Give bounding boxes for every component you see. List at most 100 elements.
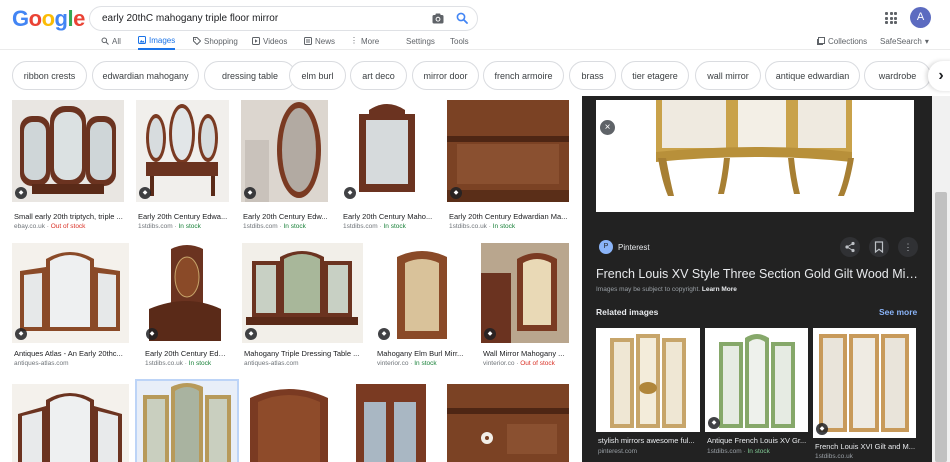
camera-icon[interactable] bbox=[432, 13, 444, 24]
see-more-link[interactable]: See more bbox=[879, 307, 917, 317]
close-icon[interactable]: × bbox=[600, 120, 615, 135]
related-title: Antique French Louis XV Gr... bbox=[707, 436, 807, 445]
chips-next-arrow-icon[interactable]: › bbox=[928, 61, 950, 91]
panel-actions: ⋮ bbox=[840, 237, 918, 257]
search-icon[interactable] bbox=[456, 12, 468, 24]
result-source-name: 1stdibs.com bbox=[343, 223, 378, 230]
tag-icon bbox=[193, 37, 201, 45]
result-title: Early 20th Century Edwa... bbox=[138, 212, 228, 221]
tab-shopping[interactable]: Shopping bbox=[193, 32, 238, 50]
chip[interactable]: elm burl bbox=[289, 61, 346, 90]
result-thumbnail[interactable] bbox=[12, 384, 129, 462]
more-vertical-icon[interactable]: ⋮ bbox=[898, 237, 918, 257]
result-source: 1stdibs.com · In stock bbox=[138, 223, 201, 230]
product-tag-icon: ◆ bbox=[15, 328, 27, 340]
collections-link[interactable]: Collections bbox=[817, 32, 867, 50]
tab-all[interactable]: All bbox=[101, 32, 121, 50]
result-source-name: vinterior.co bbox=[483, 360, 515, 367]
result-thumbnail[interactable]: ◆ bbox=[143, 243, 227, 343]
result-source: 1stdibs.co.uk · In stock bbox=[449, 223, 516, 230]
related-source-name: 1stdibs.com bbox=[707, 448, 742, 455]
result-thumbnail[interactable]: ◆ bbox=[136, 100, 229, 202]
image-preview-panel: × P Pinterest ⋮ French Louis XV Style Th… bbox=[582, 96, 932, 462]
stock-status: In stock bbox=[414, 360, 437, 367]
logo-letter: g bbox=[54, 6, 68, 31]
result-source: 1stdibs.co.uk · In stock bbox=[145, 360, 212, 367]
result-thumbnail[interactable]: ◆ bbox=[242, 243, 363, 343]
related-thumbnail[interactable]: ◆ bbox=[705, 328, 808, 432]
result-title: Mahogany Elm Burl Mirr... bbox=[377, 349, 464, 358]
product-tag-icon: ◆ bbox=[15, 187, 27, 199]
tab-news[interactable]: News bbox=[304, 32, 335, 50]
tab-videos[interactable]: Videos bbox=[252, 32, 287, 50]
stock-status: In stock bbox=[492, 223, 516, 230]
result-thumbnail[interactable]: ◆ bbox=[241, 100, 328, 202]
chip[interactable]: edwardian mahogany bbox=[92, 61, 199, 90]
product-tag-icon: ◆ bbox=[450, 187, 462, 199]
tab-label: Settings bbox=[406, 36, 435, 46]
chip[interactable]: tier etagere bbox=[621, 61, 689, 90]
product-tag-icon: ◆ bbox=[708, 417, 720, 429]
tab-label: News bbox=[315, 36, 336, 46]
safesearch-dropdown[interactable]: SafeSearch ▾ bbox=[880, 32, 929, 50]
result-thumbnail[interactable]: ◆ bbox=[375, 243, 470, 343]
chip[interactable]: art deco bbox=[350, 61, 407, 90]
avatar[interactable]: A bbox=[910, 7, 931, 28]
chip[interactable]: antique edwardian bbox=[765, 61, 860, 90]
result-thumbnail[interactable]: ◆ bbox=[447, 100, 569, 202]
chip[interactable]: dressing table bbox=[204, 61, 296, 90]
news-icon bbox=[304, 37, 312, 45]
result-source-name: 1stdibs.com bbox=[138, 223, 173, 230]
safesearch-label: SafeSearch bbox=[880, 36, 922, 46]
chip[interactable]: french armoire bbox=[483, 61, 564, 90]
google-logo[interactable]: Google bbox=[12, 6, 85, 32]
search-box[interactable]: early 20thC mahogany triple floor mirror bbox=[89, 6, 478, 31]
result-source: ebay.co.uk · Out of stock bbox=[14, 223, 86, 230]
stock-status: In stock bbox=[383, 223, 406, 230]
chip[interactable]: ribbon crests bbox=[12, 61, 87, 90]
result-thumbnail[interactable] bbox=[135, 379, 239, 462]
result-title: Mahogany Triple Dressing Table ... bbox=[244, 349, 360, 358]
chip[interactable]: mirror door bbox=[412, 61, 479, 90]
share-icon[interactable] bbox=[840, 237, 860, 257]
result-thumbnail[interactable]: ◆ bbox=[12, 243, 129, 343]
related-thumbnail[interactable] bbox=[596, 328, 700, 432]
scrollbar-thumb[interactable] bbox=[935, 192, 947, 462]
result-thumbnail[interactable] bbox=[447, 384, 569, 462]
image-source[interactable]: P Pinterest bbox=[599, 239, 650, 255]
stock-status: In stock bbox=[188, 360, 212, 367]
tab-tools[interactable]: Tools bbox=[450, 32, 469, 50]
tab-images[interactable]: Images bbox=[138, 32, 176, 50]
result-thumbnail[interactable]: ◆ bbox=[481, 243, 569, 343]
apps-grid-icon[interactable] bbox=[885, 12, 897, 24]
chip[interactable]: wardrobe bbox=[864, 61, 931, 90]
chip[interactable]: wall mirror bbox=[695, 61, 761, 90]
preview-title[interactable]: French Louis XV Style Three Section Gold… bbox=[596, 267, 918, 281]
result-thumbnail[interactable] bbox=[244, 384, 334, 462]
search-input[interactable]: early 20thC mahogany triple floor mirror bbox=[102, 13, 278, 24]
result-source-name: antiques-atlas.com bbox=[244, 360, 299, 367]
tab-label: Videos bbox=[263, 36, 288, 46]
result-source-name: ebay.co.uk bbox=[14, 223, 45, 230]
result-thumbnail[interactable] bbox=[352, 384, 429, 462]
tab-settings[interactable]: Settings bbox=[406, 32, 435, 50]
product-tag-icon: ◆ bbox=[244, 187, 256, 199]
image-results-grid: ◆ Small early 20th triptych, triple ... … bbox=[0, 96, 580, 462]
scrollbar[interactable] bbox=[932, 96, 950, 462]
related-title: stylish mirrors awesome ful... bbox=[598, 436, 695, 445]
stock-status: Out of stock bbox=[520, 360, 555, 367]
learn-more-link[interactable]: Learn More bbox=[702, 286, 737, 293]
chip[interactable]: brass bbox=[569, 61, 616, 90]
result-source-name: 1stdibs.co.uk bbox=[449, 223, 487, 230]
related-thumbnail[interactable]: ◆ bbox=[813, 328, 916, 438]
related-title: French Louis XVI Gilt and M... bbox=[815, 442, 916, 451]
result-thumbnail[interactable]: ◆ bbox=[341, 100, 434, 202]
tab-label: Shopping bbox=[204, 36, 238, 46]
tab-label: All bbox=[112, 36, 121, 46]
source-name: Pinterest bbox=[618, 242, 650, 252]
result-source-name: antiques-atlas.com bbox=[14, 360, 69, 367]
preview-image[interactable] bbox=[596, 100, 914, 212]
bookmark-icon[interactable] bbox=[869, 237, 889, 257]
tab-more[interactable]: ⋮ More bbox=[350, 32, 379, 50]
result-thumbnail[interactable]: ◆ bbox=[12, 100, 124, 202]
